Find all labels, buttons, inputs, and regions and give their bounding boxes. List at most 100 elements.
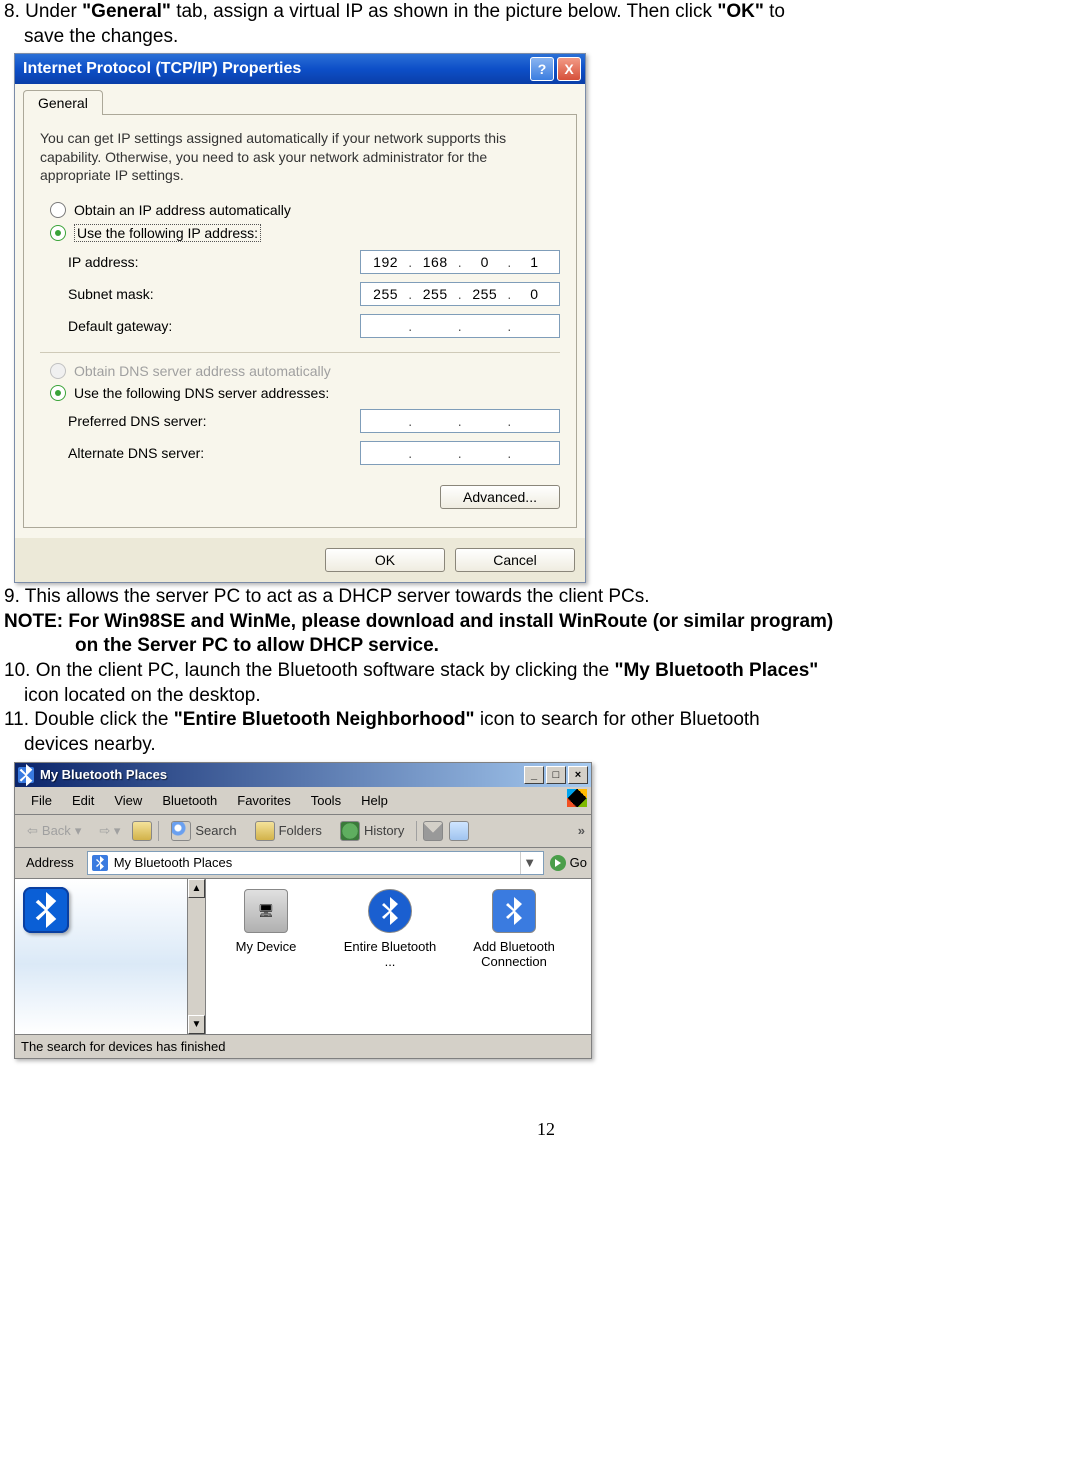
bt-close-button[interactable]: × (568, 766, 588, 784)
search-icon (171, 821, 191, 841)
subnet-octet-4[interactable]: 0 (514, 286, 555, 302)
address-bar: Address My Bluetooth Places ▼ Go (15, 848, 591, 879)
left-pane: ▲ ▼ (15, 879, 206, 1034)
menu-file[interactable]: File (21, 791, 62, 810)
step10-line1: 10. On the client PC, launch the Bluetoo… (0, 659, 1092, 684)
subnet-octet-2[interactable]: 255 (415, 286, 456, 302)
titlebar[interactable]: Internet Protocol (TCP/IP) Properties ? … (15, 54, 585, 84)
content-area: ▲ ▼ 🖥 My Device Entire Bluetooth ... (15, 879, 591, 1034)
address-value: My Bluetooth Places (114, 855, 514, 870)
step10-line2: icon located on the desktop. (0, 684, 1092, 709)
cut-icon[interactable] (423, 821, 443, 841)
left-pane-scrollbar[interactable]: ▲ ▼ (187, 879, 205, 1034)
scroll-up-button[interactable]: ▲ (188, 879, 205, 898)
history-icon (340, 821, 360, 841)
step8-line1: 8. Under "General" tab, assign a virtual… (0, 0, 1092, 25)
advanced-button[interactable]: Advanced... (440, 485, 560, 509)
toolbar-divider (158, 821, 159, 841)
main-pane: 🖥 My Device Entire Bluetooth ... Add Blu… (206, 879, 591, 1034)
entire-bluetooth-icon (368, 889, 412, 933)
step11-line2: devices nearby. (0, 733, 1092, 758)
subnet-octet-1[interactable]: 255 (365, 286, 406, 302)
step8-bold1: "General" (82, 1, 171, 22)
menu-favorites[interactable]: Favorites (227, 791, 300, 810)
radio-use-following-ip-label: Use the following IP address: (74, 224, 261, 242)
radio-use-following-dns-label: Use the following DNS server addresses: (74, 385, 329, 401)
step10-bold: "My Bluetooth Places" (614, 660, 818, 681)
step8-prefix: 8. Under (4, 1, 82, 22)
forward-button[interactable]: ⇨ ▾ (93, 821, 126, 841)
tcpip-properties-dialog: Internet Protocol (TCP/IP) Properties ? … (14, 53, 586, 583)
go-button[interactable]: Go (550, 855, 587, 871)
item-entire-bluetooth[interactable]: Entire Bluetooth ... (340, 889, 440, 970)
toolbar-divider-2 (416, 821, 417, 841)
close-button[interactable]: X (557, 57, 581, 81)
menu-view[interactable]: View (104, 791, 152, 810)
ok-button[interactable]: OK (325, 548, 445, 572)
maximize-button[interactable]: □ (546, 766, 566, 784)
label-default-gateway: Default gateway: (68, 318, 360, 334)
subnet-octet-3[interactable]: 255 (464, 286, 505, 302)
my-device-icon: 🖥 (244, 889, 288, 933)
toolbar: ⇦ Back ▾ ⇨ ▾ Search Folders History » (15, 815, 591, 848)
radio-use-following-ip[interactable] (50, 225, 66, 241)
folders-button[interactable]: Folders (249, 819, 328, 843)
menu-help[interactable]: Help (351, 791, 398, 810)
copy-icon[interactable] (449, 821, 469, 841)
up-folder-icon[interactable] (132, 821, 152, 841)
radio-obtain-ip-auto[interactable] (50, 202, 66, 218)
input-alternate-dns[interactable]: . . . (360, 441, 560, 465)
address-label: Address (19, 852, 81, 873)
status-bar: The search for devices has finished (15, 1034, 591, 1058)
label-subnet-mask: Subnet mask: (68, 286, 360, 302)
bluetooth-large-icon (23, 887, 69, 933)
ip-octet-4[interactable]: 1 (514, 254, 555, 270)
label-preferred-dns: Preferred DNS server: (68, 413, 360, 429)
ip-octet-2[interactable]: 168 (415, 254, 456, 270)
windows-logo-icon (567, 789, 587, 807)
input-preferred-dns[interactable]: . . . (360, 409, 560, 433)
cancel-button[interactable]: Cancel (455, 548, 575, 572)
description-text: You can get IP settings assigned automat… (40, 129, 560, 184)
step11-bold: "Entire Bluetooth Neighborhood" (174, 709, 475, 730)
back-button[interactable]: ⇦ Back ▾ (21, 821, 87, 841)
address-dropdown-icon[interactable]: ▼ (520, 852, 539, 874)
add-connection-label: Add Bluetooth Connection (464, 939, 564, 970)
bt-title-text: My Bluetooth Places (40, 767, 522, 782)
input-subnet-mask[interactable]: 255. 255. 255. 0 (360, 282, 560, 306)
page-number: 12 (0, 1119, 1092, 1150)
menu-edit[interactable]: Edit (62, 791, 104, 810)
step11-prefix: 11. Double click the (4, 709, 174, 730)
input-ip-address[interactable]: 192. 168. 0. 1 (360, 250, 560, 274)
entire-bluetooth-label: Entire Bluetooth ... (340, 939, 440, 970)
menu-bluetooth[interactable]: Bluetooth (152, 791, 227, 810)
go-icon (550, 855, 566, 871)
label-ip-address: IP address: (68, 254, 360, 270)
toolbar-overflow-icon[interactable]: » (578, 823, 585, 838)
step11-suffix: icon to search for other Bluetooth (475, 709, 760, 730)
step8-end: to (764, 1, 785, 22)
step10-prefix: 10. On the client PC, launch the Bluetoo… (4, 660, 614, 681)
address-input[interactable]: My Bluetooth Places ▼ (87, 851, 544, 875)
bluetooth-mini-icon (92, 855, 108, 871)
item-my-device[interactable]: 🖥 My Device (216, 889, 316, 955)
my-bluetooth-places-window: My Bluetooth Places _ □ × File Edit View… (14, 762, 592, 1059)
menubar: File Edit View Bluetooth Favorites Tools… (15, 787, 591, 815)
label-alternate-dns: Alternate DNS server: (68, 445, 360, 461)
scroll-down-button[interactable]: ▼ (188, 1015, 205, 1034)
item-add-bluetooth-connection[interactable]: Add Bluetooth Connection (464, 889, 564, 970)
help-button[interactable]: ? (530, 57, 554, 81)
search-button[interactable]: Search (165, 819, 242, 843)
radio-use-following-dns[interactable] (50, 385, 66, 401)
menu-tools[interactable]: Tools (301, 791, 351, 810)
ip-octet-3[interactable]: 0 (464, 254, 505, 270)
history-button[interactable]: History (334, 819, 410, 843)
step8-line2: save the changes. (0, 25, 1092, 50)
step8-mid: tab, assign a virtual IP as shown in the… (171, 1, 717, 22)
tab-general[interactable]: General (23, 90, 103, 115)
ip-octet-1[interactable]: 192 (365, 254, 406, 270)
bt-titlebar[interactable]: My Bluetooth Places _ □ × (15, 763, 591, 787)
minimize-button[interactable]: _ (524, 766, 544, 784)
add-connection-icon (492, 889, 536, 933)
input-default-gateway[interactable]: . . . (360, 314, 560, 338)
